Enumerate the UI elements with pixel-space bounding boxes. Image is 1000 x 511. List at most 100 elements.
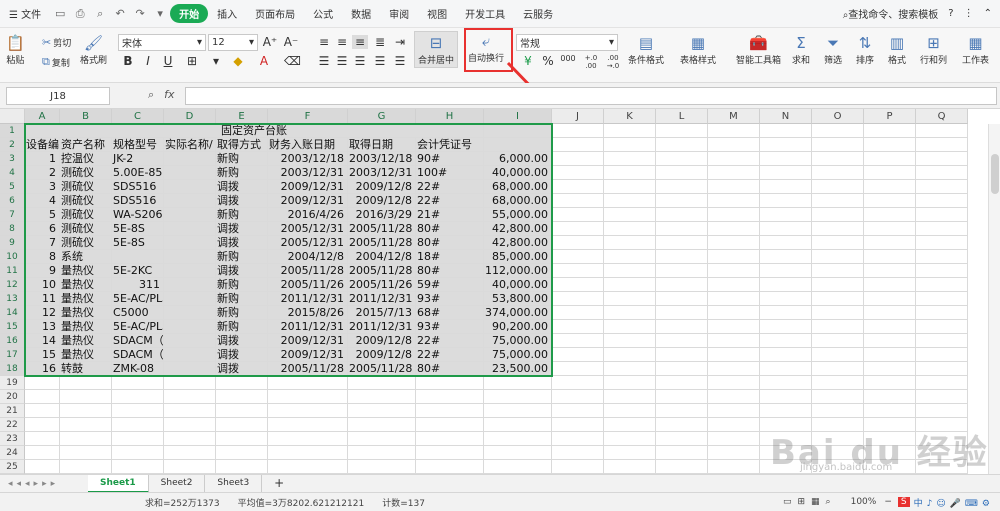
column-header-d[interactable]: D bbox=[164, 109, 216, 124]
column-header-c[interactable]: C bbox=[112, 109, 164, 124]
cell-f12[interactable]: 2005/11/26 bbox=[268, 278, 348, 292]
cell-i9[interactable]: 42,800.00 bbox=[484, 236, 552, 250]
cell-o15[interactable] bbox=[812, 320, 864, 334]
cell-p9[interactable] bbox=[864, 236, 916, 250]
ime-icons[interactable]: 中♪☺🎤⌨⚙ bbox=[914, 496, 994, 509]
cell-k23[interactable] bbox=[604, 432, 656, 446]
cell-c22[interactable] bbox=[112, 418, 164, 432]
cell-b19[interactable] bbox=[60, 376, 112, 390]
cell-o11[interactable] bbox=[812, 264, 864, 278]
sheet-tab-2[interactable]: Sheet2 bbox=[149, 474, 206, 493]
cell-e14[interactable]: 新购 bbox=[216, 306, 268, 320]
cell-k14[interactable] bbox=[604, 306, 656, 320]
cell-o4[interactable] bbox=[812, 166, 864, 180]
cell-j5[interactable] bbox=[552, 180, 604, 194]
cell-b24[interactable] bbox=[60, 446, 112, 460]
cell-f16[interactable]: 2009/12/31 bbox=[268, 334, 348, 348]
row-header-19[interactable]: 19 bbox=[0, 376, 25, 390]
cell-l22[interactable] bbox=[656, 418, 708, 432]
copy-button[interactable]: ⧉ 复制 bbox=[42, 55, 70, 69]
cell-c4[interactable]: 5.00E-85 bbox=[112, 166, 164, 180]
cell-b22[interactable] bbox=[60, 418, 112, 432]
cell-a5[interactable]: 3 bbox=[25, 180, 60, 194]
row-header-4[interactable]: 4 bbox=[0, 166, 25, 180]
orientation-icon[interactable]: ≣ bbox=[372, 35, 388, 49]
cell-q18[interactable] bbox=[916, 362, 968, 376]
row-header-22[interactable]: 22 bbox=[0, 418, 25, 432]
cell-b2[interactable]: 资产名称 bbox=[60, 138, 112, 152]
cell-a9[interactable]: 7 bbox=[25, 236, 60, 250]
cell-i20[interactable] bbox=[484, 390, 552, 404]
cell-l15[interactable] bbox=[656, 320, 708, 334]
cell-h18[interactable]: 80# bbox=[416, 362, 484, 376]
row-header-11[interactable]: 11 bbox=[0, 264, 25, 278]
row-header-1[interactable]: 1 bbox=[0, 124, 25, 138]
cell-c21[interactable] bbox=[112, 404, 164, 418]
cell-j1[interactable] bbox=[552, 124, 604, 138]
cell-l20[interactable] bbox=[656, 390, 708, 404]
decrease-font-icon[interactable]: A⁻ bbox=[283, 35, 299, 49]
cell-b4[interactable]: 测硫仪 bbox=[60, 166, 112, 180]
cell-g6[interactable]: 2009/12/8 bbox=[348, 194, 416, 208]
cell-k10[interactable] bbox=[604, 250, 656, 264]
clear-format-icon[interactable]: ⌫ bbox=[284, 54, 301, 68]
cell-e7[interactable]: 新购 bbox=[216, 208, 268, 222]
cell-b16[interactable]: 量热仪 bbox=[60, 334, 112, 348]
cell-i24[interactable] bbox=[484, 446, 552, 460]
fx-icon[interactable]: fx bbox=[164, 88, 174, 102]
cell-c24[interactable] bbox=[112, 446, 164, 460]
cell-j18[interactable] bbox=[552, 362, 604, 376]
cell-q19[interactable] bbox=[916, 376, 968, 390]
cell-a16[interactable]: 14 bbox=[25, 334, 60, 348]
cell-e13[interactable]: 新购 bbox=[216, 292, 268, 306]
cell-l21[interactable] bbox=[656, 404, 708, 418]
cell-g24[interactable] bbox=[348, 446, 416, 460]
worksheet-button[interactable]: ▦ 工作表 bbox=[962, 33, 989, 66]
cell-d22[interactable] bbox=[164, 418, 216, 432]
font-color-icon[interactable]: ▾ bbox=[208, 54, 224, 68]
cell-k17[interactable] bbox=[604, 348, 656, 362]
cell-j14[interactable] bbox=[552, 306, 604, 320]
cell-i10[interactable]: 85,000.00 bbox=[484, 250, 552, 264]
indent-icon[interactable]: ⇥ bbox=[392, 35, 408, 49]
cell-o5[interactable] bbox=[812, 180, 864, 194]
cell-d18[interactable] bbox=[164, 362, 216, 376]
cell-o21[interactable] bbox=[812, 404, 864, 418]
cell-k8[interactable] bbox=[604, 222, 656, 236]
column-header-e[interactable]: E bbox=[216, 109, 268, 124]
cell-d15[interactable] bbox=[164, 320, 216, 334]
cell-h4[interactable]: 100# bbox=[416, 166, 484, 180]
tab-review[interactable]: 审阅 bbox=[380, 6, 418, 21]
cell-o7[interactable] bbox=[812, 208, 864, 222]
cell-e4[interactable]: 新购 bbox=[216, 166, 268, 180]
cell-g25[interactable] bbox=[348, 460, 416, 474]
cell-c6[interactable]: SDS516 bbox=[112, 194, 164, 208]
cell-e21[interactable] bbox=[216, 404, 268, 418]
cell-g4[interactable]: 2003/12/31 bbox=[348, 166, 416, 180]
cell-p14[interactable] bbox=[864, 306, 916, 320]
cell-j22[interactable] bbox=[552, 418, 604, 432]
font-name-select[interactable]: 宋体 ▾ bbox=[118, 34, 206, 51]
cell-n12[interactable] bbox=[760, 278, 812, 292]
cell-a17[interactable]: 15 bbox=[25, 348, 60, 362]
more-icon[interactable]: ⋮ bbox=[964, 8, 974, 19]
border-icon[interactable]: ⊞ bbox=[184, 54, 200, 68]
cell-j19[interactable] bbox=[552, 376, 604, 390]
cell-o12[interactable] bbox=[812, 278, 864, 292]
redo-icon[interactable]: ↷ bbox=[131, 6, 149, 22]
cell-g15[interactable]: 2011/12/31 bbox=[348, 320, 416, 334]
cell-d11[interactable] bbox=[164, 264, 216, 278]
cell-g2[interactable]: 取得日期 bbox=[348, 138, 416, 152]
row-col-button[interactable]: ⊞ 行和列 bbox=[920, 33, 947, 66]
cell-h7[interactable]: 21# bbox=[416, 208, 484, 222]
cell-d12[interactable] bbox=[164, 278, 216, 292]
cell-a22[interactable] bbox=[25, 418, 60, 432]
cell-d6[interactable] bbox=[164, 194, 216, 208]
column-header-b[interactable]: B bbox=[60, 109, 112, 124]
cell-e9[interactable]: 调拨 bbox=[216, 236, 268, 250]
name-box[interactable]: J18 bbox=[6, 87, 110, 105]
cell-a13[interactable]: 11 bbox=[25, 292, 60, 306]
cell-c19[interactable] bbox=[112, 376, 164, 390]
row-header-10[interactable]: 10 bbox=[0, 250, 25, 264]
cell-h6[interactable]: 22# bbox=[416, 194, 484, 208]
